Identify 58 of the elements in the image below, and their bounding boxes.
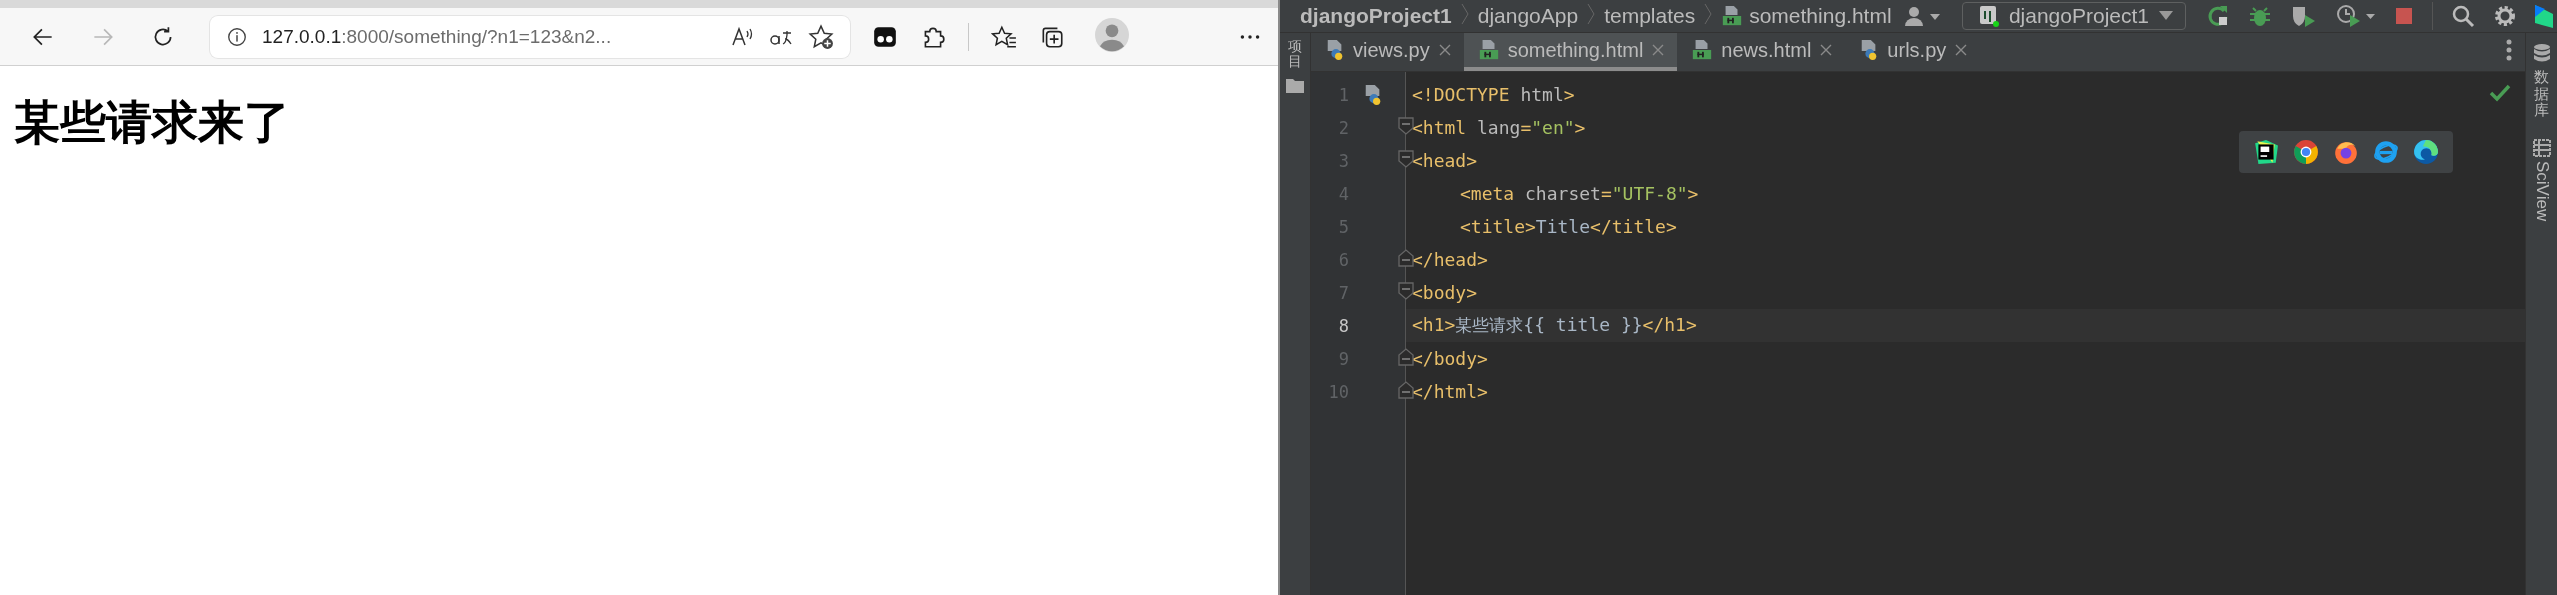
caret-icon — [2159, 11, 2173, 21]
editor-tab[interactable]: something.html — [1463, 33, 1678, 71]
run-configuration-dropdown[interactable]: djangoProject1 — [1961, 2, 2186, 30]
app-logo-icon[interactable] — [2535, 3, 2553, 29]
code-line: <meta charset="UTF-8"> — [1459, 183, 1699, 204]
code-line: <!DOCTYPE html> — [1411, 84, 1575, 105]
breadcrumb[interactable]: djangoApp — [1477, 4, 1579, 28]
html-file-icon — [1477, 39, 1500, 61]
stop-icon[interactable] — [2394, 6, 2414, 26]
url-text: 127.0.0.1:8000/something/?n1=123&n2... — [262, 25, 613, 48]
python-file-icon — [1325, 39, 1345, 61]
rerun-icon[interactable] — [2206, 4, 2230, 28]
chevron-icon — [1459, 2, 1470, 25]
grid-icon[interactable] — [2532, 138, 2551, 157]
html-file-icon — [1721, 5, 1744, 27]
html-file-icon — [1691, 39, 1714, 61]
breadcrumb[interactable]: templates — [1604, 4, 1696, 28]
editor-tab[interactable]: urls.py — [1845, 33, 1981, 71]
e-logo-icon[interactable] — [2373, 139, 2399, 165]
page-heading: 某些请求来了 — [14, 94, 291, 151]
breadcrumb[interactable]: something.html — [1749, 4, 1892, 28]
code-line: <html lang="en"> — [1411, 117, 1586, 138]
editor-tab[interactable]: news.html — [1677, 33, 1846, 71]
code-line: </body> — [1411, 348, 1488, 369]
close-icon — [1954, 43, 1969, 57]
chevron-icon — [1703, 2, 1714, 25]
code-line: <head> — [1411, 150, 1478, 171]
line-number: 8 — [1337, 315, 1349, 336]
debug-icon[interactable] — [2248, 4, 2272, 28]
project-tool-label[interactable]: 项目 — [1288, 39, 1302, 70]
search-icon[interactable] — [2451, 4, 2475, 28]
close-icon — [1651, 43, 1666, 57]
editor-tab[interactable]: views.py — [1311, 33, 1464, 71]
code-line: </head> — [1411, 249, 1488, 270]
close-icon — [1437, 43, 1452, 57]
add-favorite-icon[interactable] — [808, 23, 834, 50]
kebab-menu-icon[interactable] — [2505, 39, 2513, 61]
flame-logo-icon[interactable] — [2333, 139, 2359, 165]
avatar-icon[interactable] — [1095, 17, 1129, 52]
address-bar[interactable]: 127.0.0.1:8000/something/?n1=123&n2... — [210, 15, 850, 58]
breadcrumb[interactable]: djangoProject1 — [1300, 4, 1452, 28]
tool-window-label[interactable]: 数据库 — [2534, 69, 2549, 119]
info-icon — [226, 25, 248, 48]
close-icon — [1819, 43, 1834, 57]
tool-window-label[interactable]: SciView — [2531, 160, 2552, 221]
code-line: </html> — [1411, 381, 1488, 402]
check-icon — [2489, 84, 2511, 102]
code-line: <body> — [1411, 282, 1478, 303]
square-logo-icon[interactable] — [2253, 139, 2279, 165]
ring-logo-icon[interactable] — [2293, 139, 2319, 165]
code-line: <title>Title</title> — [1459, 216, 1677, 237]
profile-icon[interactable] — [2336, 4, 2376, 28]
settings-icon[interactable] — [2493, 4, 2517, 28]
folder-icon[interactable] — [1285, 77, 1305, 94]
chevron-icon — [1586, 2, 1597, 25]
wave-logo-icon[interactable] — [2413, 139, 2439, 165]
favorites-icon[interactable] — [991, 23, 1017, 50]
code-line: <h1>某些请求{{ title }}</h1> — [1411, 314, 1697, 337]
